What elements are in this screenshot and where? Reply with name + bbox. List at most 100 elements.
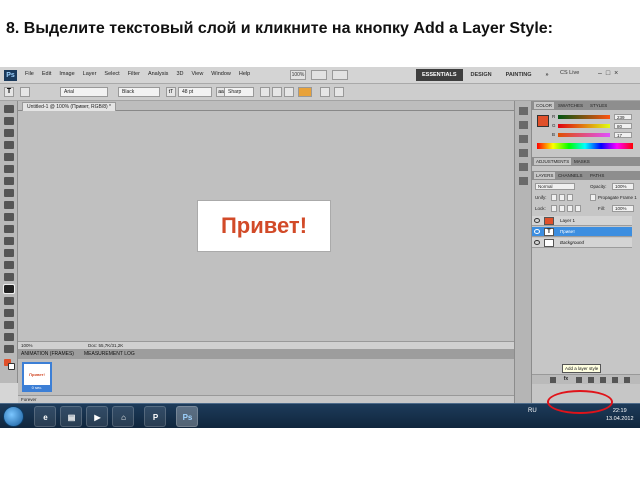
g-slider[interactable] — [558, 124, 610, 128]
arrange-documents-icon[interactable] — [311, 70, 327, 80]
menu-image[interactable]: Image — [59, 71, 74, 77]
align-left-icon[interactable] — [260, 87, 270, 97]
taskbar-ie[interactable]: e — [34, 406, 56, 427]
align-center-icon[interactable] — [272, 87, 282, 97]
link-layers-icon[interactable] — [550, 377, 556, 383]
unify-style-icon[interactable] — [567, 194, 573, 201]
layer-visibility-eye-icon[interactable] — [534, 218, 540, 223]
gradient-tool-icon[interactable] — [4, 237, 14, 245]
antialias-select[interactable]: Sharp — [224, 87, 254, 97]
new-adjustment-layer-icon[interactable] — [588, 377, 594, 383]
tab-color[interactable]: COLOR — [534, 102, 555, 109]
taskbar-media-player[interactable]: ▶ — [86, 406, 108, 427]
menu-select[interactable]: Select — [104, 71, 119, 77]
r-slider[interactable] — [558, 115, 610, 119]
tab-styles[interactable]: STYLES — [590, 103, 607, 108]
tab-channels[interactable]: CHANNELS — [558, 173, 583, 178]
tab-layers[interactable]: LAYERS — [534, 172, 556, 179]
taskbar-explorer[interactable]: ▤ — [60, 406, 82, 427]
brush-tool-icon[interactable] — [4, 189, 14, 197]
start-button[interactable] — [3, 406, 24, 427]
maximize-button[interactable]: □ — [606, 70, 610, 77]
history-panel-icon[interactable] — [519, 107, 528, 115]
opacity-field[interactable]: 100% — [612, 183, 634, 190]
status-zoom[interactable]: 100% — [21, 343, 33, 348]
actions-panel-icon[interactable] — [519, 121, 528, 129]
color-ramp[interactable] — [537, 143, 633, 149]
minimize-button[interactable]: – — [598, 70, 602, 77]
marquee-tool-icon[interactable] — [4, 117, 14, 125]
font-size-select[interactable]: 48 pt — [178, 87, 212, 97]
fill-field[interactable]: 100% — [612, 205, 634, 212]
lock-pixels-icon[interactable] — [559, 205, 565, 212]
warp-text-icon[interactable] — [320, 87, 330, 97]
clock[interactable]: 22:19 13.04.2012 — [606, 407, 634, 423]
lock-transparency-icon[interactable] — [551, 205, 557, 212]
eyedropper-tool-icon[interactable] — [4, 165, 14, 173]
propagate-checkbox[interactable] — [590, 194, 596, 201]
tab-masks[interactable]: MASKS — [574, 159, 590, 164]
taskbar-app[interactable]: ⌂ — [112, 406, 134, 427]
document-canvas[interactable]: Привет! — [197, 200, 331, 252]
layer-row[interactable]: Layer 1 — [532, 216, 632, 226]
tab-measurement-log[interactable]: MEASUREMENT LOG — [84, 351, 135, 357]
blur-tool-icon[interactable] — [4, 249, 14, 257]
menu-edit[interactable]: Edit — [42, 71, 51, 77]
loop-select[interactable]: Forever — [21, 397, 37, 402]
layer-name[interactable]: Layer 1 — [560, 218, 575, 223]
pen-tool-icon[interactable] — [4, 273, 14, 281]
menu-filter[interactable]: Filter — [128, 71, 140, 77]
3d-rotate-tool-icon[interactable] — [4, 321, 14, 329]
add-layer-mask-icon[interactable] — [576, 377, 582, 383]
menu-view[interactable]: View — [191, 71, 203, 77]
clone-source-panel-icon[interactable] — [519, 149, 528, 157]
taskbar-powerpoint[interactable]: P — [144, 406, 166, 427]
foreground-color-chip[interactable] — [537, 115, 549, 127]
new-layer-icon[interactable] — [612, 377, 618, 383]
tab-swatches[interactable]: SWATCHES — [558, 103, 583, 108]
text-color-swatch[interactable] — [298, 87, 312, 97]
zoom-tool-icon[interactable] — [4, 345, 14, 353]
hand-tool-icon[interactable] — [4, 333, 14, 341]
taskbar-photoshop[interactable]: Ps — [176, 406, 198, 427]
lock-all-icon[interactable] — [575, 205, 581, 212]
zoom-level-select[interactable]: 100% — [290, 70, 306, 80]
add-layer-style-button[interactable]: fx — [562, 376, 570, 383]
character-panel-icon[interactable] — [334, 87, 344, 97]
workspace-painting[interactable]: PAINTING — [500, 69, 538, 81]
b-value[interactable]: 17 — [614, 132, 632, 138]
g-value[interactable]: 80 — [614, 123, 632, 129]
paragraph-panel-icon[interactable] — [519, 177, 528, 185]
layer-name[interactable]: Привет — [560, 229, 575, 234]
menu-3d[interactable]: 3D — [176, 71, 183, 77]
unify-position-icon[interactable] — [551, 194, 557, 201]
screen-mode-icon[interactable] — [332, 70, 348, 80]
font-family-select[interactable]: Arial — [60, 87, 108, 97]
shape-tool-icon[interactable] — [4, 309, 14, 317]
layer-visibility-eye-icon[interactable] — [534, 240, 540, 245]
menu-layer[interactable]: Layer — [83, 71, 97, 77]
r-value[interactable]: 239 — [614, 114, 632, 120]
lasso-tool-icon[interactable] — [4, 129, 14, 137]
background-color-swatch[interactable] — [8, 363, 15, 370]
layer-row[interactable]: Background — [532, 238, 632, 248]
crop-tool-icon[interactable] — [4, 153, 14, 161]
character-panel-button-icon[interactable] — [519, 163, 528, 171]
dodge-tool-icon[interactable] — [4, 261, 14, 269]
eraser-tool-icon[interactable] — [4, 225, 14, 233]
history-brush-tool-icon[interactable] — [4, 213, 14, 221]
menu-analysis[interactable]: Analysis — [148, 71, 168, 77]
tab-animation-frames[interactable]: ANIMATION (FRAMES) — [21, 351, 74, 357]
workspace-essentials[interactable]: ESSENTIALS — [416, 69, 463, 81]
quick-select-tool-icon[interactable] — [4, 141, 14, 149]
canvas-area[interactable]: Привет! — [18, 111, 514, 341]
type-tool-button[interactable] — [3, 284, 15, 294]
clone-stamp-tool-icon[interactable] — [4, 201, 14, 209]
new-group-icon[interactable] — [600, 377, 606, 383]
layer-name[interactable]: Background — [560, 240, 584, 245]
close-button[interactable]: × — [614, 70, 618, 77]
cs-live-button[interactable]: CS Live — [560, 70, 579, 76]
layer-visibility-eye-icon[interactable] — [534, 229, 540, 234]
type-tool-icon[interactable]: T — [4, 87, 14, 97]
tab-adjustments[interactable]: ADJUSTMENTS — [534, 158, 572, 165]
